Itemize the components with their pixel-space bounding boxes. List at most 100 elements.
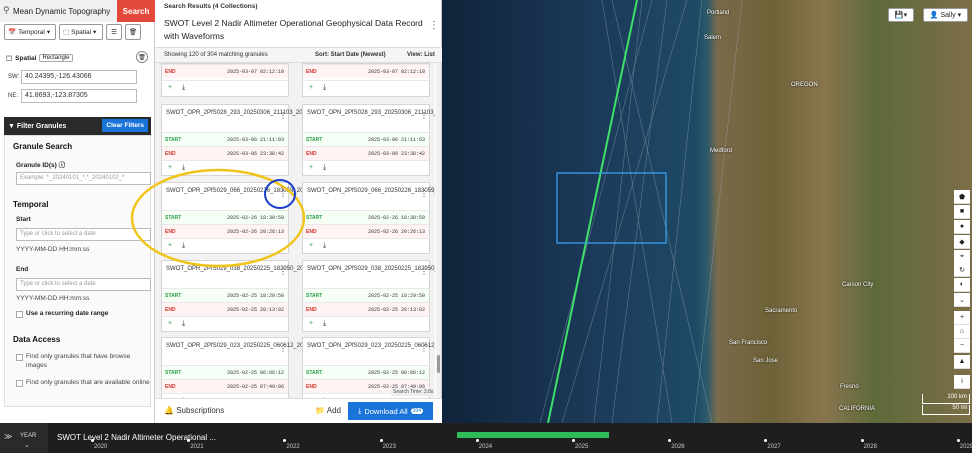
granule-title: SWOT_OPN_2PfS029_023_20250225_060612_202… <box>307 343 435 349</box>
timeline-year-label[interactable]: 2029 <box>960 444 972 450</box>
granule-card[interactable]: SWOT_OPN_2PfS029_038_20250225_182950_202… <box>302 260 435 332</box>
spatial-title: Spatial <box>15 54 37 62</box>
granule-menu-icon[interactable]: ⋮ <box>420 344 428 353</box>
timeline-year-label[interactable]: 2027 <box>767 444 780 450</box>
granule-menu-icon[interactable]: ⋮ <box>279 267 287 276</box>
add-granule-icon[interactable]: + <box>168 320 172 327</box>
search-button[interactable]: Search <box>117 0 155 22</box>
granule-card[interactable]: SWOT_OPR_2PfS029_066_20250226_183059_202… <box>161 182 347 254</box>
sw-row: SW: 40.24395,-126.43066 <box>8 70 137 84</box>
sw-input[interactable]: 40.24395,-126.43066 <box>21 70 137 84</box>
layers-icon[interactable]: ◐ <box>954 278 970 292</box>
draw-circle-icon[interactable]: ● <box>954 220 970 234</box>
download-granule-icon[interactable]: ⤓ <box>323 320 326 328</box>
sliders-icon: ☰ <box>111 29 117 36</box>
info-icon[interactable]: i <box>954 375 970 389</box>
view-dropdown[interactable]: View: List <box>407 52 435 58</box>
timeline-year-label[interactable]: 2028 <box>864 444 877 450</box>
map[interactable]: Portland Salem OREGON Medford Carson City Sac… <box>442 0 972 423</box>
collapse-icon[interactable]: ≫ <box>4 432 12 441</box>
draw-polygon-icon[interactable]: ⬟ <box>954 190 970 204</box>
browse-checkbox[interactable]: Find only granules that have browse imag… <box>16 353 151 371</box>
add-granule-icon[interactable]: + <box>168 164 172 171</box>
end-date-input[interactable]: Type or click to select a date <box>16 278 151 291</box>
remove-spatial-button[interactable]: 🗑 <box>136 51 148 63</box>
temporal-filter-button[interactable]: 📅 Temporal ▾ <box>4 24 56 40</box>
timeline[interactable]: ≫ YEAR ⌄ SWOT Level 2 Nadir Altimeter Op… <box>0 423 972 453</box>
add-button[interactable]: 📁 Add <box>315 406 341 415</box>
download-granule-icon[interactable]: ⤓ <box>323 164 326 172</box>
clear-all-button[interactable]: 🗑 <box>125 24 141 40</box>
timeline-year-label[interactable]: 2023 <box>383 444 396 450</box>
download-granule-icon[interactable]: ⤓ <box>323 84 326 92</box>
timeline-data-bar[interactable] <box>457 432 609 438</box>
add-granule-icon[interactable]: + <box>168 242 172 249</box>
granule-menu-icon[interactable]: ⋮ <box>279 344 287 353</box>
chevron-down-icon[interactable]: ⌄ <box>24 441 30 449</box>
timeline-year-label[interactable]: 2025 <box>575 444 588 450</box>
scrollbar[interactable] <box>436 63 441 398</box>
granule-card[interactable]: SWOT_OPN_2PfS029_066_20250226_183059_202… <box>302 182 435 254</box>
online-checkbox[interactable]: Find only granules that are available on… <box>16 379 151 388</box>
timeline-year-label[interactable]: 2022 <box>286 444 299 450</box>
granule-menu-icon[interactable]: ⋮ <box>420 111 428 120</box>
granule-card[interactable]: END 2025-03-07 02:12:10 + ⤓ <box>161 63 289 97</box>
granule-title: SWOT_OPN_2PfS029_038_20250225_182950_202… <box>307 266 435 272</box>
projection-icon[interactable]: ▲ <box>954 355 970 369</box>
download-granule-icon[interactable]: ⤓ <box>182 320 185 328</box>
granule-menu-icon[interactable]: ⋮ <box>420 267 428 276</box>
advanced-search-button[interactable]: ☰ <box>106 24 122 40</box>
draw-rectangle-icon[interactable]: ■ <box>954 205 970 219</box>
download-granule-icon[interactable]: ⤓ <box>323 242 326 250</box>
granule-card[interactable]: SWOT_OPR_2PfS029_023_20250225_060612_202… <box>161 337 347 398</box>
user-menu[interactable]: 👤 Sally ▾ <box>923 8 968 22</box>
checkbox[interactable] <box>16 311 23 318</box>
end-label: End <box>16 266 29 273</box>
draw-point-icon[interactable]: ◆ <box>954 235 970 249</box>
zoom-out-icon[interactable]: − <box>954 339 970 353</box>
scrollbar-thumb[interactable] <box>437 355 440 373</box>
add-granule-icon[interactable]: + <box>309 242 313 249</box>
expand-icon[interactable]: ⌄ <box>954 293 970 307</box>
spatial-rectangle[interactable] <box>556 172 667 244</box>
checkbox[interactable] <box>16 380 23 387</box>
granule-menu-icon[interactable]: ⋮ <box>279 111 287 120</box>
add-granule-icon[interactable]: + <box>309 84 313 91</box>
start-date-input[interactable]: Type or click to select a date <box>16 228 151 241</box>
granule-menu-icon[interactable]: ⋮ <box>279 189 287 198</box>
spatial-filter-button[interactable]: ⬚ Spatial ▾ <box>59 24 103 40</box>
timeline-year-label[interactable]: 2026 <box>671 444 684 450</box>
timeline-year-label[interactable]: 2024 <box>479 444 492 450</box>
add-granule-icon[interactable]: + <box>309 164 313 171</box>
clear-filters-button[interactable]: Clear Filters <box>102 119 148 132</box>
granule-menu-icon[interactable]: ⋮ <box>420 189 428 198</box>
ne-input[interactable]: 41.8693,-123.87305 <box>21 89 137 103</box>
granule-card[interactable]: SWOT_OPN_2PfS028_293_20250306_211103_202… <box>302 104 435 176</box>
timeline-year-label[interactable]: 2021 <box>190 444 203 450</box>
download-granule-icon[interactable]: ⤓ <box>182 84 185 92</box>
download-granule-icon[interactable]: ⤓ <box>182 164 185 172</box>
granule-card[interactable]: END 2025-03-07 02:12:10 + ⤓ <box>302 63 430 97</box>
search-input[interactable] <box>13 3 118 19</box>
checkbox[interactable] <box>16 354 23 361</box>
granule-card[interactable]: SWOT_OPR_2PfS029_038_20250225_182950_202… <box>161 260 347 332</box>
add-granule-icon[interactable]: + <box>168 84 172 91</box>
results-panel: Search Results (4 Collections) SWOT Leve… <box>155 0 442 423</box>
home-icon[interactable]: ⌂ <box>954 325 970 339</box>
zoom-in-icon[interactable]: + <box>954 311 970 325</box>
add-granule-icon[interactable]: + <box>309 320 313 327</box>
download-granule-icon[interactable]: ⤓ <box>182 242 185 250</box>
sort-dropdown[interactable]: Sort: Start Date (Newest) <box>315 52 386 58</box>
subscriptions-button[interactable]: 🔔 Subscriptions <box>164 406 224 415</box>
collection-menu-icon[interactable]: ⋮ <box>429 20 439 31</box>
save-map-button[interactable]: 💾 ▾ <box>888 8 914 22</box>
locate-icon[interactable]: ⌖ <box>954 250 970 264</box>
recurring-checkbox[interactable]: Use a recurring date range <box>16 310 151 319</box>
download-all-button[interactable]: ⤓ Download All 304 <box>348 402 433 420</box>
granule-card[interactable]: SWOT_OPR_2PfS028_293_20250306_211103_202… <box>161 104 346 176</box>
end-time: 2025-02-26 20:26:13 <box>367 229 425 235</box>
results-header[interactable]: Search Results (4 Collections) <box>164 3 258 10</box>
rotate-icon[interactable]: ↻ <box>954 263 970 277</box>
granule-id-input[interactable]: Example: *_20240101_*,*_20240102_* <box>16 172 151 185</box>
timeline-year-label[interactable]: 2020 <box>94 444 107 450</box>
